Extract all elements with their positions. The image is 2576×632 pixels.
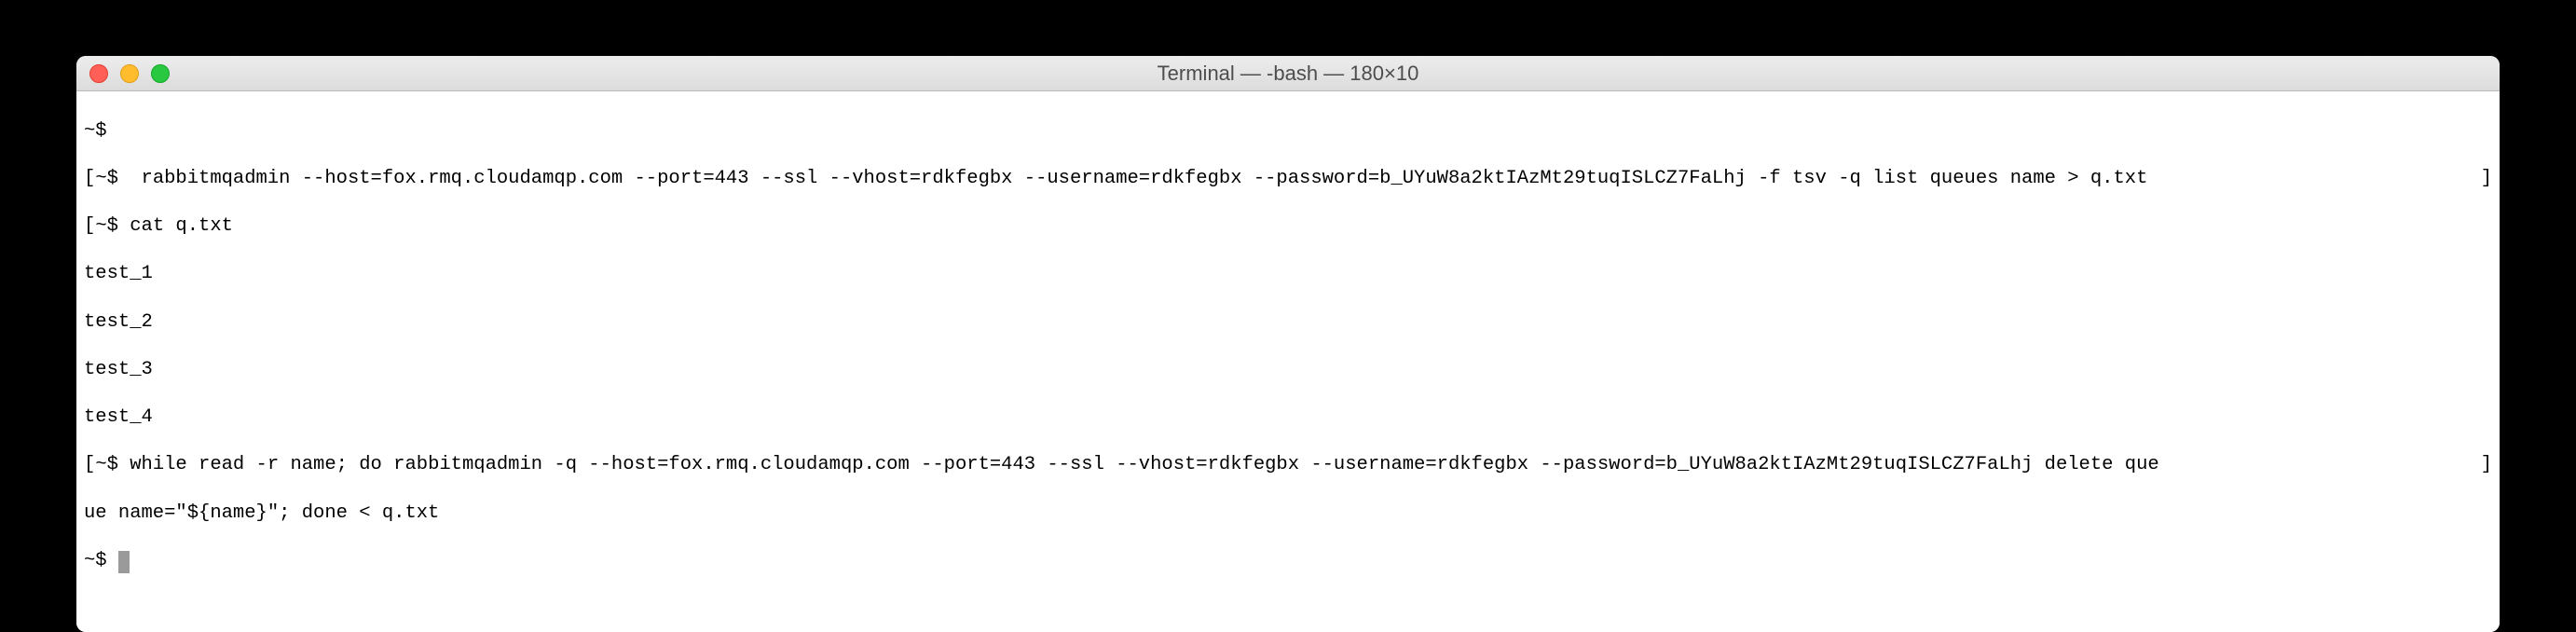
cursor-icon [118,551,130,573]
prompt: ~$ [95,454,130,475]
terminal-line: ue name="${name}"; done < q.txt [84,501,2492,526]
terminal-line: [~$ rabbitmqadmin --host=fox.rmq.cloudam… [84,167,2492,191]
bracket-icon: [ [84,215,95,237]
minimize-button[interactable] [120,64,139,83]
terminal-window: Terminal — -bash — 180×10 ~$ [~$ rabbitm… [76,56,2500,632]
bracket-icon: ] [2481,453,2492,477]
prompt: ~$ [95,215,130,237]
command-text: rabbitmqadmin --host=fox.rmq.cloudamqp.c… [130,168,2158,189]
terminal-output: test_2 [84,310,2492,335]
terminal-line: ~$ [84,119,2492,144]
traffic-lights [76,64,170,83]
prompt: ~$ [84,120,118,142]
close-button[interactable] [89,64,108,83]
bracket-icon: [ [84,454,95,475]
bracket-icon: ] [2481,167,2492,191]
terminal-line: [~$ cat q.txt [84,214,2492,239]
bracket-icon: [ [84,168,95,189]
terminal-output: test_4 [84,405,2492,430]
window-title: Terminal — -bash — 180×10 [76,62,2500,86]
prompt: ~$ [95,168,130,189]
command-text: cat q.txt [130,215,233,237]
window-title-bar: Terminal — -bash — 180×10 [76,56,2500,91]
command-text: while read -r name; do rabbitmqadmin -q … [130,454,2158,475]
terminal-output: test_3 [84,358,2492,382]
terminal-line: ~$ [84,549,2492,573]
terminal-line: [~$ while read -r name; do rabbitmqadmin… [84,453,2492,477]
terminal-content[interactable]: ~$ [~$ rabbitmqadmin --host=fox.rmq.clou… [76,91,2500,632]
maximize-button[interactable] [151,64,170,83]
terminal-output: test_1 [84,262,2492,286]
prompt: ~$ [84,550,118,571]
